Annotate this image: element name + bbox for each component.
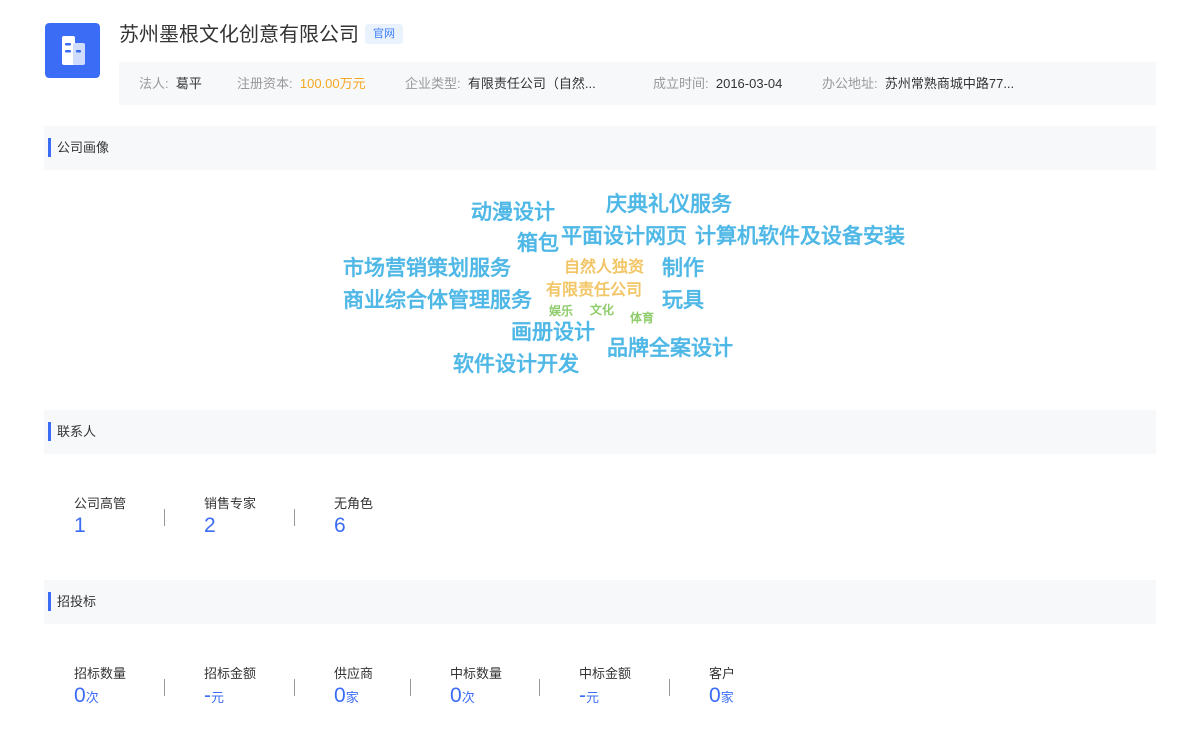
word-cloud-tag[interactable]: 动漫设计 — [471, 202, 555, 223]
stat-divider — [164, 679, 165, 696]
word-cloud-tag[interactable]: 市场营销策划服务 — [343, 258, 511, 279]
word-cloud-tag[interactable]: 画册设计 — [511, 322, 595, 343]
bid-stat-win-count[interactable]: 中标数量 0次 — [450, 663, 570, 708]
bid-stat-tender-amount[interactable]: 招标金额 -元 — [204, 663, 324, 708]
contact-stat-no-role[interactable]: 无角色 6 — [334, 493, 454, 538]
info-legal-person: 法人: 葛平 — [139, 76, 202, 91]
word-cloud: 动漫设计 庆典礼仪服务 箱包 平面设计网页 计算机软件及设备安装 市场营销策划服… — [0, 170, 1200, 400]
word-cloud-tag[interactable]: 文化 — [590, 304, 614, 316]
word-cloud-tag[interactable]: 软件设计开发 — [453, 354, 579, 375]
company-info-bar: 法人: 葛平 注册资本: 100.00万元 企业类型: 有限责任公司（自然...… — [119, 62, 1156, 105]
section-title: 联系人 — [57, 424, 97, 439]
word-cloud-tag[interactable]: 自然人独资 — [564, 260, 644, 276]
company-name: 苏州墨根文化创意有限公司 — [119, 24, 359, 46]
info-company-type: 企业类型: 有限责任公司（自然... — [405, 76, 596, 91]
word-cloud-tag[interactable]: 庆典礼仪服务 — [606, 194, 732, 215]
bid-stat-suppliers[interactable]: 供应商 0家 — [334, 663, 454, 708]
section-accent-bar — [48, 138, 51, 157]
bid-stat-tender-count[interactable]: 招标数量 0次 — [74, 663, 194, 708]
section-accent-bar — [48, 422, 51, 441]
word-cloud-tag[interactable]: 有限责任公司 — [546, 283, 642, 299]
stat-divider — [410, 679, 411, 696]
word-cloud-tag[interactable]: 商业综合体管理服务 — [343, 290, 532, 311]
stat-divider — [164, 509, 165, 526]
word-cloud-tag[interactable]: 计算机软件及设备安装 — [695, 226, 905, 247]
company-logo-icon — [45, 23, 100, 78]
contact-stat-executives[interactable]: 公司高管 1 — [74, 493, 194, 538]
section-company-portrait: 公司画像 — [44, 126, 1156, 170]
word-cloud-tag[interactable]: 玩具 — [662, 290, 704, 311]
word-cloud-tag[interactable]: 娱乐 — [549, 305, 573, 317]
official-site-badge[interactable]: 官网 — [365, 24, 403, 44]
bid-stat-win-amount[interactable]: 中标金额 -元 — [579, 663, 699, 708]
section-title: 招投标 — [57, 594, 97, 609]
info-established-date: 成立时间: 2016-03-04 — [653, 76, 783, 91]
word-cloud-tag[interactable]: 制作 — [662, 258, 704, 279]
section-title: 公司画像 — [57, 140, 110, 155]
word-cloud-tag[interactable]: 体育 — [630, 312, 654, 324]
stat-divider — [669, 679, 670, 696]
stat-divider — [294, 679, 295, 696]
word-cloud-tag[interactable]: 平面设计网页 — [561, 226, 687, 247]
info-office-address[interactable]: 办公地址: 苏州常熟商城中路77... — [822, 62, 1014, 105]
contact-stat-sales-experts[interactable]: 销售专家 2 — [204, 493, 324, 538]
section-accent-bar — [48, 592, 51, 611]
bid-stat-customers[interactable]: 客户 0家 — [709, 663, 829, 708]
section-bidding: 招投标 — [44, 580, 1156, 624]
stat-divider — [539, 679, 540, 696]
word-cloud-tag[interactable]: 箱包 — [517, 233, 559, 254]
section-contacts: 联系人 — [44, 410, 1156, 454]
word-cloud-tag[interactable]: 品牌全案设计 — [607, 338, 733, 359]
stat-divider — [294, 509, 295, 526]
info-registered-capital: 注册资本: 100.00万元 — [237, 76, 366, 91]
